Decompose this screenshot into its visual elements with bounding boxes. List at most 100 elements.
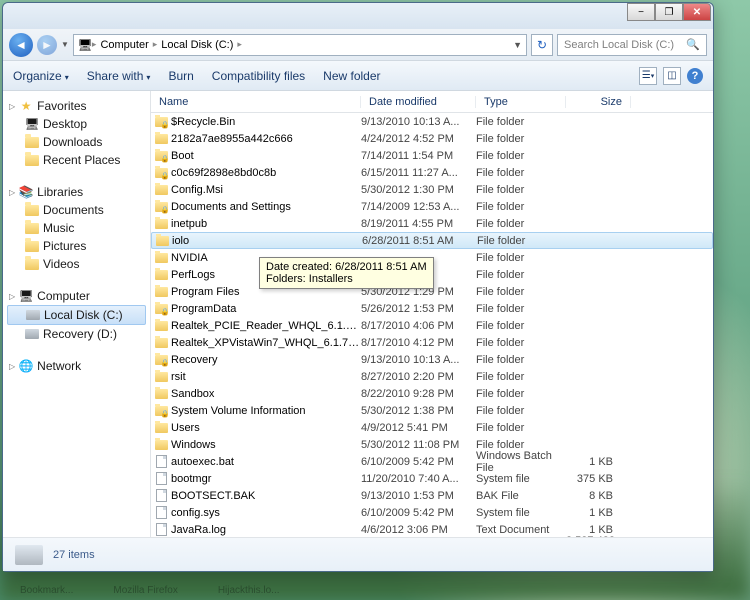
file-date: 4/6/2012 3:06 PM (361, 524, 476, 536)
file-row[interactable]: Config.Msi5/30/2012 1:30 PMFile folder (151, 181, 713, 198)
breadcrumb[interactable]: 🖥 ▸ Computer ▸ Local Disk (C:) ▸ ▼ (73, 34, 527, 56)
file-date: 7/14/2011 1:54 PM (361, 150, 476, 162)
file-name: rsit (171, 371, 361, 383)
back-button[interactable]: ◄ (9, 33, 33, 57)
sidebar-libraries-header[interactable]: ▷📚Libraries (3, 183, 150, 201)
address-dropdown-icon[interactable]: ▼ (513, 40, 522, 50)
file-name: Users (171, 422, 361, 434)
close-button[interactable] (683, 3, 711, 21)
file-row[interactable]: Documents and Settings7/14/2009 12:53 A.… (151, 198, 713, 215)
compat-files-button[interactable]: Compatibility files (212, 69, 305, 83)
sidebar-item-local-disk-c[interactable]: Local Disk (C:) (7, 305, 146, 325)
search-input[interactable]: Search Local Disk (C:) 🔍 (557, 34, 707, 56)
file-row[interactable]: Realtek_XPVistaWin7_WHQL_6.1.7600.30...8… (151, 334, 713, 351)
file-row[interactable]: rsit8/27/2010 2:20 PMFile folder (151, 368, 713, 385)
file-date: 8/17/2010 4:12 PM (361, 337, 476, 349)
new-folder-button[interactable]: New folder (323, 69, 380, 83)
sidebar-item-desktop[interactable]: 🖥Desktop (3, 115, 150, 133)
file-list[interactable]: $Recycle.Bin 9/13/2010 10:13 A... File fol… (151, 113, 713, 537)
file-type: File folder (476, 422, 566, 434)
file-size: 375 KB (566, 473, 621, 485)
sidebar-item-music[interactable]: Music (3, 219, 150, 237)
column-type[interactable]: Type (476, 96, 566, 108)
file-date: 5/26/2012 1:53 PM (361, 303, 476, 315)
file-type: File folder (476, 405, 566, 417)
titlebar[interactable] (3, 3, 713, 29)
refresh-button[interactable]: ↻ (531, 34, 553, 56)
share-menu[interactable]: Share with (87, 69, 151, 83)
folder-icon (151, 219, 171, 229)
file-name: Config.Msi (171, 184, 361, 196)
file-row[interactable]: Recovery9/13/2010 10:13 A...File folder (151, 351, 713, 368)
preview-pane-button[interactable]: ◫ (663, 67, 681, 85)
history-dropdown[interactable]: ▼ (61, 40, 69, 49)
sidebar-item-recovery-d[interactable]: Recovery (D:) (3, 325, 150, 343)
column-size[interactable]: Size (566, 96, 631, 108)
file-row[interactable]: inetpub8/19/2011 4:55 PMFile folder (151, 215, 713, 232)
file-date: 6/28/2011 8:51 AM (362, 235, 477, 247)
folder-lock-icon (151, 406, 171, 416)
breadcrumb-localdisk[interactable]: Local Disk (C:) (157, 39, 237, 51)
folder-lock-icon (151, 355, 171, 365)
file-row[interactable]: $Recycle.Bin9/13/2010 10:13 A...File fol… (151, 113, 713, 130)
breadcrumb-computer[interactable]: Computer (96, 39, 152, 51)
sidebar-network-header[interactable]: ▷🌐Network (3, 357, 150, 375)
file-name: System Volume Information (171, 405, 361, 417)
burn-button[interactable]: Burn (168, 69, 193, 83)
column-headers: Name Date modified Type Size (151, 91, 713, 113)
view-options-button[interactable]: ☰▾ (639, 67, 657, 85)
file-row[interactable]: Users4/9/2012 5:41 PMFile folder (151, 419, 713, 436)
file-type: File folder (476, 201, 566, 213)
navigation-pane[interactable]: ▷★Favorites 🖥Desktop Downloads Recent Pl… (3, 91, 151, 537)
file-row[interactable]: Boot7/14/2011 1:54 PMFile folder (151, 147, 713, 164)
folder-icon (151, 185, 171, 195)
file-row[interactable]: config.sys6/10/2009 5:42 PMSystem file1 … (151, 504, 713, 521)
libraries-icon: 📚 (19, 185, 33, 199)
drive-icon (15, 545, 43, 565)
file-row[interactable]: 2182a7ae8955a442c6664/24/2012 4:52 PMFil… (151, 130, 713, 147)
file-row[interactable]: Sandbox8/22/2010 9:28 PMFile folder (151, 385, 713, 402)
file-row[interactable]: bootmgr11/20/2010 7:40 A...System file37… (151, 470, 713, 487)
forward-button[interactable]: ► (37, 35, 57, 55)
file-type: File folder (476, 320, 566, 332)
taskbar-hint: Bookmark... Mozilla Firefox Hijackthis.l… (20, 585, 280, 596)
explorer-window: ◄ ► ▼ 🖥 ▸ Computer ▸ Local Disk (C:) ▸ ▼… (2, 2, 714, 572)
file-row[interactable]: Realtek_PCIE_Reader_WHQL_6.1.7600.000...… (151, 317, 713, 334)
column-name[interactable]: Name (151, 96, 361, 108)
sidebar-item-recent[interactable]: Recent Places (3, 151, 150, 169)
sidebar-item-downloads[interactable]: Downloads (3, 133, 150, 151)
file-date: 11/20/2010 7:40 A... (361, 473, 476, 485)
file-row[interactable]: System Volume Information5/30/2012 1:38 … (151, 402, 713, 419)
folder-lock-icon (151, 151, 171, 161)
sidebar-item-documents[interactable]: Documents (3, 201, 150, 219)
minimize-button[interactable] (627, 3, 655, 21)
file-date: 8/17/2010 4:06 PM (361, 320, 476, 332)
file-name: 2182a7ae8955a442c666 (171, 133, 361, 145)
file-name: $Recycle.Bin (171, 116, 361, 128)
tooltip: Date created: 6/28/2011 8:51 AM Folders:… (259, 257, 434, 289)
file-row[interactable]: Windows5/30/2012 11:08 PMFile folder (151, 436, 713, 453)
file-row[interactable]: JavaRa.log4/6/2012 3:06 PMText Document1… (151, 521, 713, 537)
file-row[interactable]: c0c69f2898e8bd0c8b6/15/2011 11:27 A...Fi… (151, 164, 713, 181)
file-date: 9/13/2010 10:13 A... (361, 354, 476, 366)
file-type: File folder (476, 388, 566, 400)
file-icon (151, 506, 171, 519)
maximize-button[interactable] (655, 3, 683, 21)
file-icon (151, 523, 171, 536)
sidebar-computer-header[interactable]: ▷🖥Computer (3, 287, 150, 305)
file-type: Windows Batch File (476, 450, 566, 474)
folder-icon (25, 137, 39, 148)
sidebar-favorites-header[interactable]: ▷★Favorites (3, 97, 150, 115)
organize-menu[interactable]: Organize (13, 69, 69, 83)
file-row[interactable]: autoexec.bat6/10/2009 5:42 PMWindows Bat… (151, 453, 713, 470)
file-date: 5/30/2012 1:30 PM (361, 184, 476, 196)
file-row[interactable]: iolo6/28/2011 8:51 AMFile folder (151, 232, 713, 249)
sidebar-item-pictures[interactable]: Pictures (3, 237, 150, 255)
help-button[interactable]: ? (687, 68, 703, 84)
sidebar-item-videos[interactable]: Videos (3, 255, 150, 273)
file-row[interactable]: ProgramData5/26/2012 1:53 PMFile folder (151, 300, 713, 317)
column-date[interactable]: Date modified (361, 96, 476, 108)
file-row[interactable]: BOOTSECT.BAK9/13/2010 1:53 PMBAK File8 K… (151, 487, 713, 504)
file-type: System file (476, 507, 566, 519)
file-date: 9/13/2010 1:53 PM (361, 490, 476, 502)
